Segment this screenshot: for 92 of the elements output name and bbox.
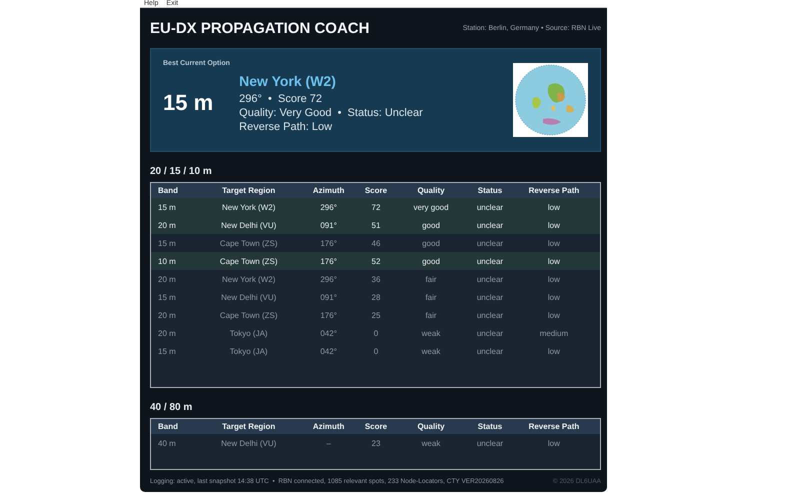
table-cell: low	[508, 270, 600, 288]
table-cell: very good	[390, 198, 472, 216]
table-cell: 36	[362, 270, 390, 288]
table-cell: unclear	[472, 252, 508, 270]
table-cell-text: medium	[538, 328, 570, 340]
table-cell: –	[295, 434, 362, 452]
table-cell-text: 15 m	[157, 292, 177, 304]
table-cell-text: weak	[420, 328, 442, 340]
table-cell: low	[508, 198, 600, 216]
table-cell: 15 m	[151, 234, 202, 252]
table-cell-text: 15 m	[157, 346, 177, 358]
table-cell-text: 176°	[319, 310, 338, 322]
table-cell: 176°	[295, 234, 362, 252]
column-header: Band	[151, 183, 202, 198]
table-cell: weak	[390, 434, 472, 452]
column-header: Target Region	[202, 419, 296, 434]
table-cell: New Delhi (VU)	[202, 216, 296, 234]
table-cell: unclear	[472, 198, 508, 216]
column-header: Score	[362, 419, 390, 434]
table-cell: 20 m	[151, 270, 202, 288]
table-cell: 296°	[295, 198, 362, 216]
table-cell: low	[508, 234, 600, 252]
column-header: Band	[151, 419, 202, 434]
reverse-path: Reverse Path: Low	[239, 121, 334, 133]
table-cell: New York (W2)	[202, 270, 296, 288]
table-cell: Cape Town (ZS)	[202, 252, 296, 270]
table-cell: good	[390, 252, 472, 270]
column-header: Azimuth	[295, 419, 362, 434]
section-title: 40 / 80 m	[150, 402, 194, 413]
table-cell: 72	[362, 198, 390, 216]
table-cell-text: Tokyo (JA)	[228, 346, 269, 358]
table-cell-text: Tokyo (JA)	[228, 328, 269, 340]
table-cell: 51	[362, 216, 390, 234]
table-cell: 52	[362, 252, 390, 270]
table-cell: 10 m	[151, 252, 202, 270]
table-cell-text: fair	[424, 310, 438, 322]
table-cell: New York (W2)	[202, 198, 296, 216]
table-cell: unclear	[472, 270, 508, 288]
table-cell-text: 20 m	[157, 310, 177, 322]
column-header: Status	[472, 183, 508, 198]
table-cell-text: unclear	[476, 310, 504, 322]
table-cell: good	[390, 216, 472, 234]
table-cell: unclear	[472, 434, 508, 452]
table-cell-text: low	[546, 310, 561, 322]
table-cell: Cape Town (ZS)	[202, 234, 296, 252]
table-cell-text: 25	[370, 310, 382, 322]
column-header: Target Region	[202, 183, 296, 198]
column-header: Score	[362, 183, 390, 198]
table-cell: New Delhi (VU)	[202, 434, 296, 452]
table-cell-text: low	[546, 292, 561, 304]
table-cell: 15 m	[151, 198, 202, 216]
table-cell-text: low	[546, 346, 561, 358]
table-cell: 296°	[295, 270, 362, 288]
table-cell: unclear	[472, 216, 508, 234]
column-header: Status	[472, 419, 508, 434]
table-cell-text: 042°	[319, 328, 338, 340]
azimuth-score: 296° • Score 72	[239, 93, 324, 105]
table-cell-text: 20 m	[157, 328, 177, 340]
column-header: Quality	[390, 183, 472, 198]
table-cell: low	[508, 252, 600, 270]
table-cell: 40 m	[151, 434, 202, 452]
table-cell-text: New Delhi (VU)	[220, 292, 278, 304]
table-cell-text: 0	[372, 328, 380, 340]
table-cell-text: unclear	[476, 328, 504, 340]
table-cell: unclear	[472, 234, 508, 252]
table-cell-text: 091°	[319, 292, 338, 304]
target-region: New York (W2)	[239, 73, 337, 89]
table-cell-text: weak	[420, 346, 442, 358]
table-cell: low	[508, 216, 600, 234]
table-cell: 46	[362, 234, 390, 252]
band-label: 15 m	[163, 90, 214, 116]
column-header: Reverse Path	[508, 419, 600, 434]
table-cell-text: fair	[424, 292, 438, 304]
table-cell-text: 0	[372, 346, 380, 358]
table-cell: fair	[390, 270, 472, 288]
table-cell-text: unclear	[476, 292, 504, 304]
table-cell-text: 28	[370, 292, 382, 304]
column-header: Quality	[390, 419, 472, 434]
table-cell: 20 m	[151, 216, 202, 234]
table-cell-text: unclear	[476, 346, 504, 358]
section-title: 20 / 15 / 10 m	[150, 166, 213, 177]
table-cell: 091°	[295, 216, 362, 234]
app-title: EU-DX PROPAGATION COACH	[150, 20, 370, 36]
table-cell: good	[390, 234, 472, 252]
quality-status: Quality: Very Good • Status: Unclear	[239, 107, 423, 119]
column-header: Azimuth	[295, 183, 362, 198]
column-header: Reverse Path	[508, 183, 600, 198]
table-cell: low	[508, 434, 600, 452]
table-cell-text: 042°	[319, 346, 338, 358]
table-cell: 176°	[295, 252, 362, 270]
table-cell: 23	[362, 434, 390, 452]
table-cell-text: Cape Town (ZS)	[218, 310, 279, 322]
